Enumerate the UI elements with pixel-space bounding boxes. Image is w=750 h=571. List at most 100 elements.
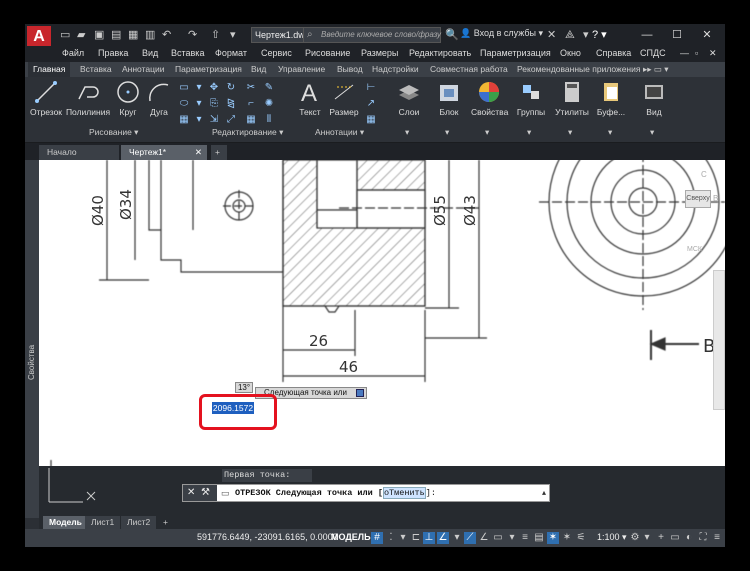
view-more-icon[interactable]: ▾ [650, 127, 654, 138]
dropdown-icon[interactable]: ▾ [583, 28, 589, 42]
menu-spds[interactable]: СПДС [640, 48, 666, 58]
erase-icon[interactable]: ✎ [263, 82, 275, 94]
ribbon-more-icon[interactable]: ▸▸ ▭ ▾ [643, 64, 669, 75]
tab-home[interactable]: Главная [28, 62, 71, 77]
block-more-icon[interactable]: ▾ [445, 127, 449, 138]
viewcube[interactable]: С Сверху В МСК [683, 164, 723, 264]
workspace-dropdown-icon[interactable]: ▾ [641, 532, 653, 544]
panel-draw-title[interactable]: Рисование ▾ [89, 127, 138, 138]
menu-restore-icon[interactable]: ▫ [695, 48, 698, 58]
autocad-logo[interactable]: A [27, 26, 51, 48]
tab-parametric[interactable]: Параметризация [175, 64, 242, 74]
autoscale-icon[interactable]: ✶ [561, 532, 573, 544]
add-layout-button[interactable]: + [157, 516, 174, 529]
maximize-button[interactable]: ☐ [662, 26, 692, 44]
tab-annotate[interactable]: Аннотации [122, 64, 165, 74]
undo-option[interactable]: оТменить [382, 487, 426, 499]
close-cmd-icon[interactable]: ✕ [187, 485, 195, 501]
model-space-button[interactable]: МОДЕЛЬ [331, 532, 371, 542]
share-icon[interactable]: ⇧ [211, 28, 220, 42]
scale-icon[interactable]: ⤢ [225, 114, 237, 126]
close-button[interactable]: ✕ [692, 26, 722, 44]
menu-format[interactable]: Формат [215, 48, 247, 58]
osnap-track-icon[interactable]: ∠ [478, 532, 490, 544]
tab-model[interactable]: Модель [43, 516, 88, 529]
grid-icon[interactable]: # [371, 532, 383, 544]
tab-featured-apps[interactable]: Рекомендованные приложения [517, 64, 640, 74]
circle-tool[interactable]: Круг [114, 79, 142, 117]
offset-icon[interactable]: ⫴ [263, 114, 275, 126]
block-tool[interactable]: Блок [433, 79, 465, 117]
annotation-scale[interactable]: 1:100 ▾ [597, 532, 627, 543]
tab-sheet1[interactable]: Лист1 [85, 516, 121, 529]
drawing-canvas[interactable]: Ø40 Ø34 Ø55 Ø43 26 46 B С Сверху В МСК [39, 160, 725, 466]
isolate-icon[interactable]: ◐ [683, 532, 695, 544]
tab-manage[interactable]: Управление [278, 64, 325, 74]
viewcube-east[interactable]: В [713, 194, 718, 203]
menu-edit[interactable]: Правка [98, 48, 128, 58]
menu-file[interactable]: Файл [62, 48, 84, 58]
open-icon[interactable]: ▰ [77, 28, 85, 42]
infer-icon[interactable]: ⊏ [410, 532, 422, 544]
array-icon[interactable]: ▦ [245, 114, 257, 126]
polar-icon[interactable]: ∠ [437, 532, 449, 544]
panel-modify-title[interactable]: Редактирование ▾ [212, 127, 283, 138]
tab-view[interactable]: Вид [251, 64, 266, 74]
menu-close-icon[interactable]: ✕ [709, 48, 717, 59]
menu-tools[interactable]: Сервис [261, 48, 292, 58]
tab-collaborate[interactable]: Совместная работа [430, 64, 508, 74]
linear-dim-icon[interactable]: ⊢ [365, 82, 377, 94]
customize-icon[interactable]: ▾ [230, 28, 236, 42]
draw-more2-icon[interactable]: ▾ [193, 98, 205, 110]
viewcube-top-face[interactable]: Сверху [685, 190, 711, 208]
arc-tool[interactable]: Дуга [145, 79, 173, 117]
signin-button[interactable]: 👤 Вход в службы ▾ [460, 28, 543, 39]
layers-more-icon[interactable]: ▾ [405, 127, 409, 138]
trim-icon[interactable]: ✂ [245, 82, 257, 94]
rotate-icon[interactable]: ↻ [225, 82, 237, 94]
fullscreen-icon[interactable]: ⛶ [697, 532, 709, 544]
tab-sheet2[interactable]: Лист2 [121, 516, 157, 529]
menu-dimension[interactable]: Размеры [361, 48, 398, 58]
customize-cmd-icon[interactable]: ⚒ [201, 485, 210, 501]
saveas-icon[interactable]: ▤ [111, 28, 121, 42]
clipboard-more-icon[interactable]: ▾ [608, 127, 612, 138]
cart-icon[interactable]: ✕ [547, 28, 556, 42]
props-more-icon[interactable]: ▾ [485, 127, 489, 138]
menu-modify[interactable]: Редактировать [409, 48, 471, 58]
rectangle-icon[interactable]: ▭ [178, 82, 190, 94]
new-tab-button[interactable]: + [211, 145, 227, 160]
menu-help[interactable]: Справка [596, 48, 631, 58]
customization-icon[interactable]: ≡ [711, 532, 723, 544]
snap-dropdown-icon[interactable]: ▾ [397, 532, 409, 544]
isodraft-icon[interactable]: ⟋ [464, 532, 476, 544]
gear-icon[interactable]: ⚙ [629, 532, 641, 544]
tab-drawing1[interactable]: Чертеж1* ✕ [121, 145, 207, 160]
tab-start[interactable]: Начало [39, 145, 119, 160]
tab-close-icon[interactable]: ✕ [195, 145, 202, 160]
hatch-icon[interactable]: ▦ [178, 114, 190, 126]
dynamic-options-icon[interactable] [356, 389, 364, 397]
minimize-button[interactable]: — [632, 26, 662, 44]
menu-insert[interactable]: Вставка [171, 48, 204, 58]
redo-icon[interactable]: ↷ [188, 28, 197, 42]
move-icon[interactable]: ✥ [208, 82, 220, 94]
navigation-bar[interactable] [713, 270, 725, 410]
new-icon[interactable]: ▭ [60, 28, 70, 42]
menu-window[interactable]: Окно [560, 48, 581, 58]
clipboard-tool[interactable]: Буфе... [594, 79, 628, 117]
annotation-scale-icon[interactable]: ⚟ [575, 532, 587, 544]
text-tool[interactable]: A Текст [295, 79, 325, 117]
groups-more-icon[interactable]: ▾ [527, 127, 531, 138]
lineweight-icon[interactable]: ≡ [519, 532, 531, 544]
tab-insert[interactable]: Вставка [80, 64, 112, 74]
command-line[interactable]: ✕ ⚒ ▭ ОТРЕЗОК Следующая точка или [оТмен… [182, 484, 550, 502]
web-icon[interactable]: ▦ [128, 28, 138, 42]
menu-parametric[interactable]: Параметризация [480, 48, 551, 58]
hardware-icon[interactable]: ▭ [669, 532, 681, 544]
table-icon[interactable]: ▦ [365, 114, 377, 126]
tab-addins[interactable]: Надстройки [372, 64, 419, 74]
menu-draw[interactable]: Рисование [305, 48, 350, 58]
stretch-icon[interactable]: ⇲ [208, 114, 220, 126]
draw-more3-icon[interactable]: ▾ [193, 114, 205, 126]
